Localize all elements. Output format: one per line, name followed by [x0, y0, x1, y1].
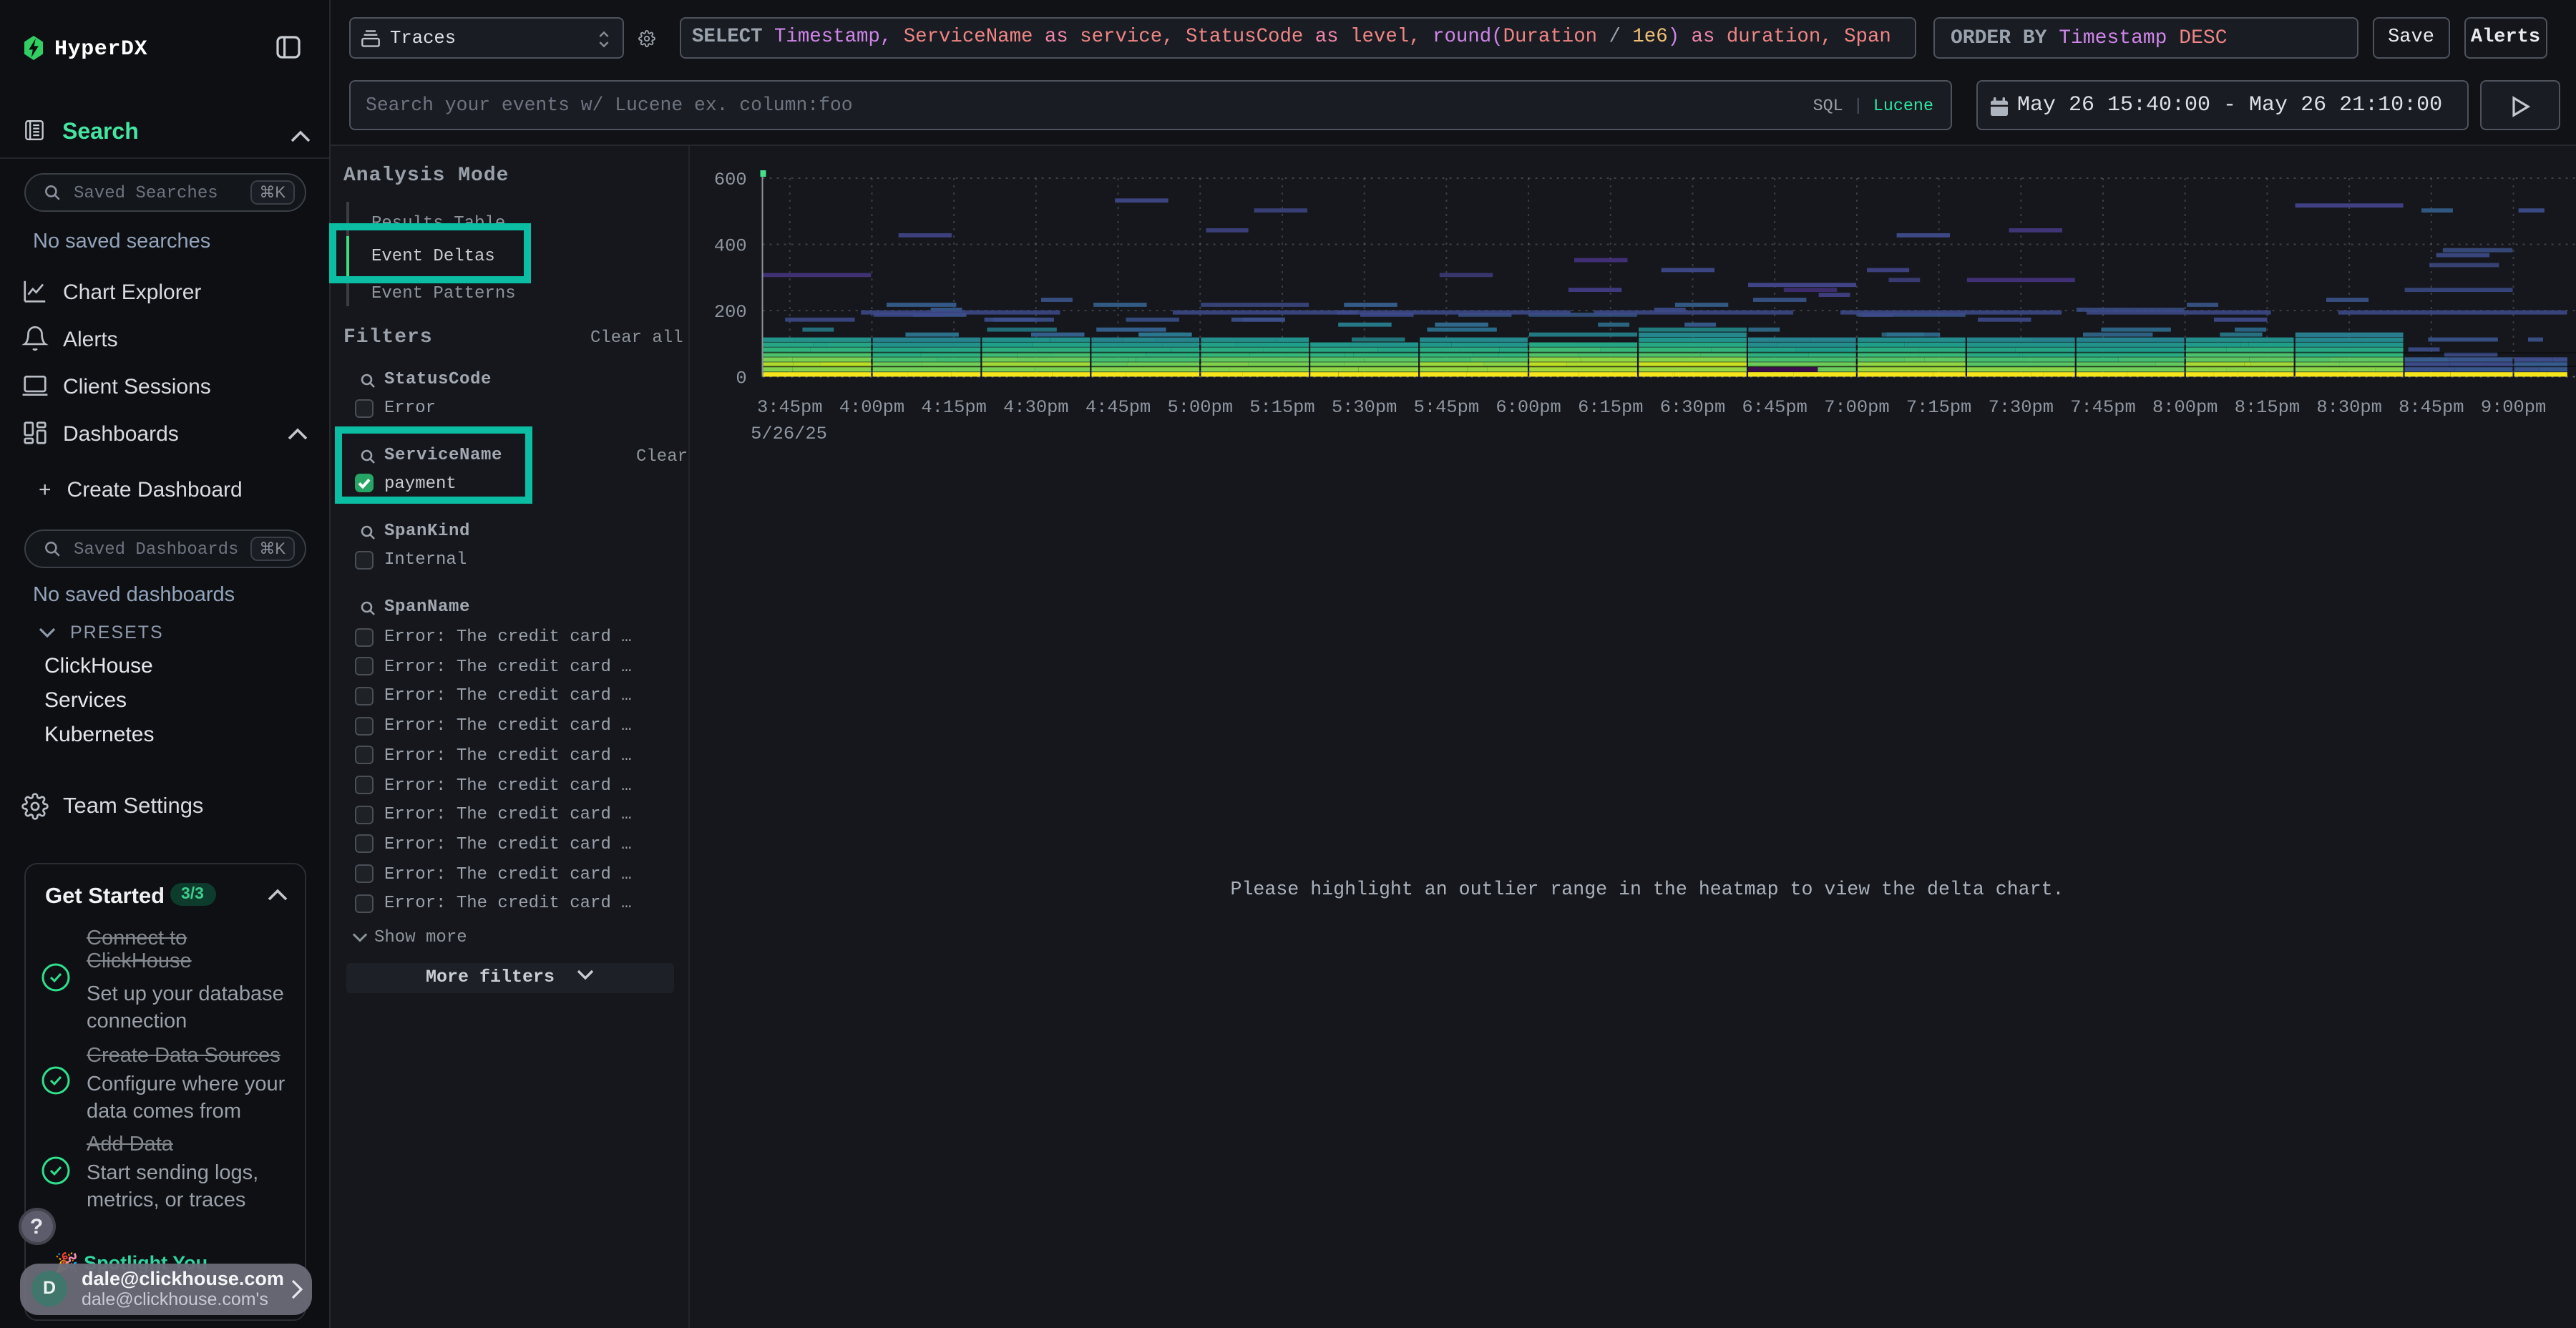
svg-text:9:00pm: 9:00pm: [2480, 396, 2545, 417]
svg-text:400: 400: [713, 235, 746, 256]
svg-text:600: 600: [713, 169, 746, 190]
svg-text:4:00pm: 4:00pm: [839, 396, 904, 417]
svg-text:6:15pm: 6:15pm: [1577, 396, 1642, 417]
svg-text:7:15pm: 7:15pm: [1906, 396, 1971, 417]
svg-text:5:30pm: 5:30pm: [1331, 396, 1396, 417]
svg-text:6:45pm: 6:45pm: [1741, 396, 1806, 417]
svg-text:0: 0: [735, 368, 746, 389]
svg-text:7:30pm: 7:30pm: [1988, 396, 2053, 417]
svg-text:8:15pm: 8:15pm: [2234, 396, 2299, 417]
svg-text:6:30pm: 6:30pm: [1659, 396, 1724, 417]
svg-text:200: 200: [713, 301, 746, 322]
svg-text:4:30pm: 4:30pm: [1002, 396, 1068, 417]
svg-text:4:15pm: 4:15pm: [920, 396, 985, 417]
svg-text:8:00pm: 8:00pm: [2152, 396, 2217, 417]
svg-text:8:30pm: 8:30pm: [2316, 396, 2381, 417]
svg-text:6:00pm: 6:00pm: [1495, 396, 1560, 417]
svg-text:5/26/25: 5/26/25: [750, 423, 826, 444]
svg-text:4:45pm: 4:45pm: [1085, 396, 1150, 417]
svg-text:8:45pm: 8:45pm: [2398, 396, 2463, 417]
svg-text:7:45pm: 7:45pm: [2069, 396, 2135, 417]
svg-text:5:00pm: 5:00pm: [1167, 396, 1232, 417]
svg-text:7:00pm: 7:00pm: [1823, 396, 1888, 417]
svg-text:5:45pm: 5:45pm: [1413, 396, 1478, 417]
svg-text:5:15pm: 5:15pm: [1249, 396, 1314, 417]
svg-text:3:45pm: 3:45pm: [756, 396, 821, 417]
